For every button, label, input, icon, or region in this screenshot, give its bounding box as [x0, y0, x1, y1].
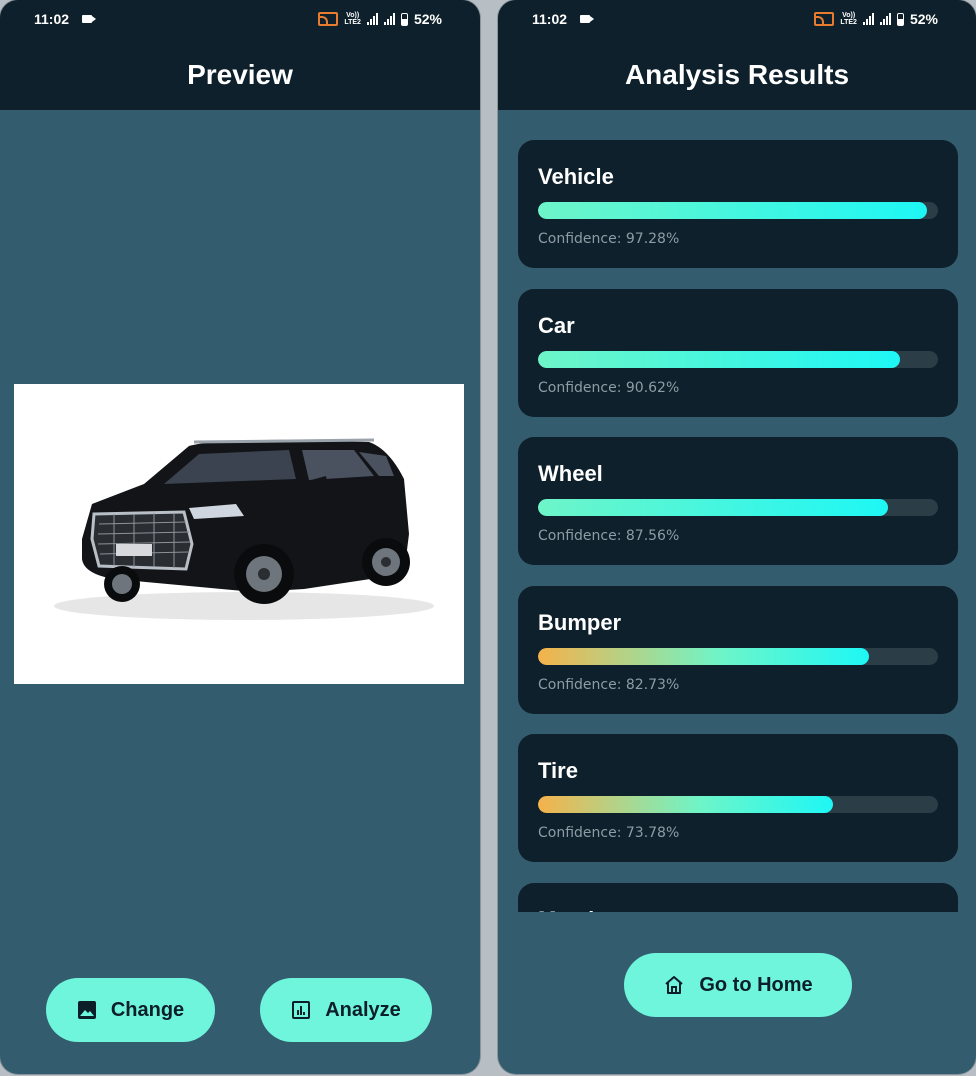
battery-icon	[896, 12, 904, 26]
result-label: Vehicle	[538, 164, 614, 189]
car-preview-image	[14, 384, 464, 684]
confidence-text: Confidence: 73.78%	[538, 825, 680, 841]
result-card: Vehicle Confidence: 97.28%	[518, 140, 958, 268]
signal-icon-2	[879, 13, 891, 25]
lte-top-text: Vo))	[842, 12, 856, 19]
confidence-bar	[538, 647, 938, 665]
cast-icon	[814, 12, 835, 26]
confidence-bar	[538, 796, 938, 813]
video-icon	[580, 15, 594, 23]
status-time: 11:02	[532, 11, 568, 27]
cast-icon	[318, 12, 339, 26]
confidence-text: Confidence: 87.56%	[538, 528, 680, 544]
page-title: Analysis Results	[498, 40, 976, 110]
battery-percent: 52%	[413, 11, 442, 27]
status-time: 11:02	[34, 11, 70, 27]
signal-icon	[862, 13, 874, 25]
analyze-button[interactable]: Analyze	[260, 978, 432, 1042]
analytics-icon	[292, 1001, 311, 1019]
lte-top-text: Vo))	[346, 12, 360, 19]
result-card: Metal	[518, 882, 958, 913]
status-bar: 11:02 Vo)) LTE2 52%	[0, 0, 480, 40]
result-label: Metal	[538, 907, 594, 913]
result-card: Car Confidence: 90.62%	[518, 288, 958, 417]
result-label: Car	[538, 312, 575, 338]
result-card: Tire Confidence: 73.78%	[518, 734, 958, 862]
signal-icon-2	[383, 13, 395, 25]
confidence-text: Confidence: 90.62%	[538, 379, 680, 396]
car-illustration	[54, 438, 434, 620]
video-icon	[82, 15, 96, 23]
status-bar: 11:02 Vo)) LTE2 52%	[498, 0, 976, 40]
home-icon	[665, 976, 683, 994]
confidence-bar	[538, 499, 938, 516]
change-button[interactable]: Change	[46, 978, 215, 1042]
result-label: Bumper	[538, 609, 622, 635]
analyze-button-label: Analyze	[325, 998, 401, 1021]
battery-icon	[400, 12, 408, 26]
confidence-bar	[538, 350, 938, 368]
result-label: Tire	[538, 758, 578, 783]
results-screen: 11:02 Vo)) LTE2 52% Analysis Results Vehi…	[498, 0, 976, 1074]
image-icon	[77, 1001, 96, 1019]
result-label: Wheel	[538, 461, 603, 486]
lte-bottom-text: LTE2	[344, 19, 361, 26]
confidence-bar-fill	[538, 499, 889, 516]
change-button-label: Change	[110, 998, 185, 1021]
result-card: Bumper Confidence: 82.73%	[518, 585, 958, 714]
confidence-text: Confidence: 82.73%	[538, 676, 680, 693]
confidence-bar-fill	[538, 350, 901, 368]
preview-screen: 11:02 Vo)) LTE2 52% Preview Change Analy…	[0, 0, 480, 1074]
result-card: Wheel Confidence: 87.56%	[518, 437, 958, 565]
results-list[interactable]: Vehicle Confidence: 97.28% Car Confidence: …	[498, 110, 976, 912]
confidence-text: Confidence: 97.28%	[538, 231, 680, 247]
lte-icon: Vo)) LTE2	[840, 12, 857, 26]
lte-bottom-text: LTE2	[840, 19, 857, 26]
confidence-bar-fill	[538, 796, 834, 813]
page-title: Preview	[0, 40, 480, 110]
confidence-bar-fill	[538, 202, 928, 219]
signal-icon	[366, 13, 378, 25]
lte-icon: Vo)) LTE2	[344, 12, 361, 26]
go-home-button[interactable]: Go to Home	[624, 953, 852, 1017]
confidence-bar	[538, 202, 938, 219]
confidence-bar-fill	[538, 647, 869, 665]
battery-percent: 52%	[909, 11, 938, 27]
go-home-button-label: Go to Home	[699, 973, 813, 996]
